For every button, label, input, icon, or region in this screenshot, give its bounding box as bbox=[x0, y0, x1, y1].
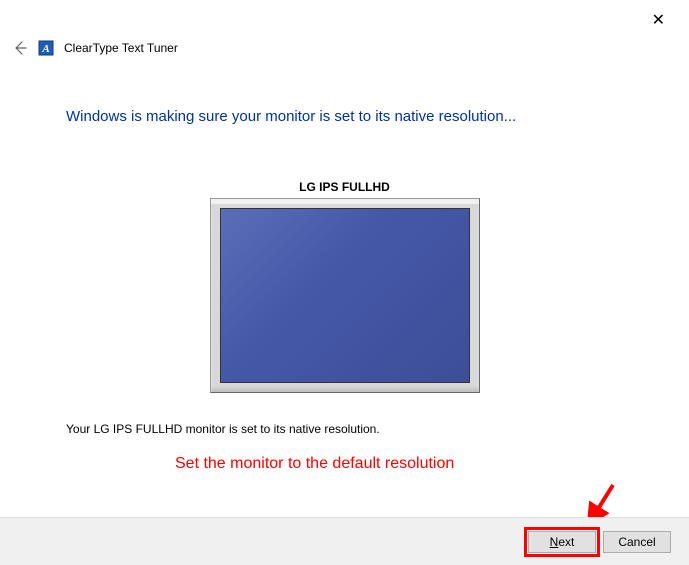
app-icon: A bbox=[38, 40, 54, 56]
monitor-preview-area: LG IPS FULLHD bbox=[0, 180, 689, 393]
annotation-highlight-box: Next bbox=[527, 530, 597, 554]
next-label-rest: ext bbox=[558, 535, 574, 549]
close-icon: ✕ bbox=[652, 12, 665, 29]
monitor-screen bbox=[220, 208, 470, 383]
back-arrow-icon bbox=[12, 40, 28, 56]
next-button[interactable]: Next bbox=[528, 531, 596, 553]
user-annotation-text: Set the monitor to the default resolutio… bbox=[175, 455, 454, 473]
app-title: ClearType Text Tuner bbox=[64, 41, 178, 55]
monitor-frame bbox=[210, 198, 480, 393]
cancel-button[interactable]: Cancel bbox=[603, 531, 671, 553]
page-heading: Windows is making sure your monitor is s… bbox=[66, 108, 516, 125]
wizard-header: A ClearType Text Tuner bbox=[12, 40, 178, 56]
svg-text:A: A bbox=[41, 43, 49, 55]
resolution-status-text: Your LG IPS FULLHD monitor is set to its… bbox=[66, 422, 380, 436]
close-button[interactable]: ✕ bbox=[644, 6, 673, 34]
back-button[interactable] bbox=[12, 40, 28, 56]
monitor-name-label: LG IPS FULLHD bbox=[299, 180, 390, 194]
wizard-footer: Next Cancel bbox=[0, 517, 689, 565]
